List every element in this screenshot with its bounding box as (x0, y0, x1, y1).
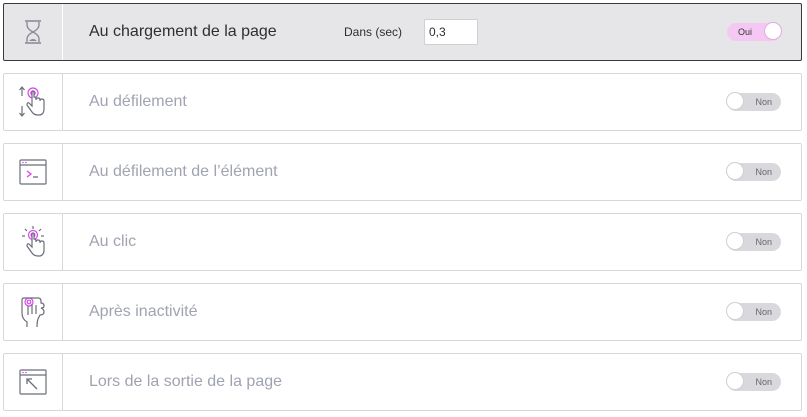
toggle-text: Oui (738, 27, 753, 37)
terminal-window-icon (18, 158, 48, 186)
toggle-knob (764, 22, 782, 40)
toggle-knob (726, 92, 744, 110)
trigger-label: Au chargement de la page (89, 23, 277, 40)
toggle-text: Non (755, 377, 772, 387)
exit-window-icon (18, 368, 48, 396)
trigger-toggle[interactable]: Non (726, 302, 781, 321)
icon-cell (4, 74, 63, 130)
icon-cell (4, 214, 63, 270)
trigger-label: Après inactivité (89, 303, 198, 320)
trigger-row-element-scroll[interactable]: Au défilement de l’élément Non (3, 143, 802, 201)
trigger-label: Au défilement (89, 93, 187, 110)
delay-label: Dans (sec) (344, 25, 403, 39)
trigger-label: Au clic (89, 233, 137, 250)
delay-seconds-input[interactable] (424, 19, 478, 45)
trigger-row-click[interactable]: Au clic Non (3, 213, 802, 271)
toggle-knob (726, 232, 744, 250)
trigger-row-page-load[interactable]: Au chargement de la page Dans (sec) Oui (3, 3, 802, 61)
trigger-row-scroll[interactable]: Au défilement Non (3, 73, 802, 131)
toggle-text: Non (755, 97, 772, 107)
trigger-toggle[interactable]: Non (726, 232, 781, 251)
trigger-toggle[interactable]: Non (726, 162, 781, 181)
toggle-text: Non (755, 167, 772, 177)
toggle-knob (726, 162, 744, 180)
trigger-toggle[interactable]: Oui (727, 22, 782, 41)
icon-cell (4, 354, 63, 410)
trigger-toggle[interactable]: Non (726, 92, 781, 111)
icon-cell (4, 144, 63, 200)
trigger-label: Lors de la sortie de la page (89, 373, 283, 390)
hourglass-icon (22, 19, 44, 45)
toggle-text: Non (755, 237, 772, 247)
toggle-text: Non (755, 307, 772, 317)
icon-cell (4, 4, 63, 60)
scroll-hand-icon (18, 84, 48, 120)
icon-cell (4, 284, 63, 340)
trigger-row-exit[interactable]: Lors de la sortie de la page Non (3, 353, 802, 411)
trigger-label: Au défilement de l’élément (89, 163, 278, 180)
trigger-row-inactivity[interactable]: Après inactivité Non (3, 283, 802, 341)
click-hand-icon (18, 225, 48, 259)
toggle-knob (726, 372, 744, 390)
trigger-toggle[interactable]: Non (726, 372, 781, 391)
toggle-knob (726, 302, 744, 320)
inactivity-hand-icon (18, 295, 48, 329)
